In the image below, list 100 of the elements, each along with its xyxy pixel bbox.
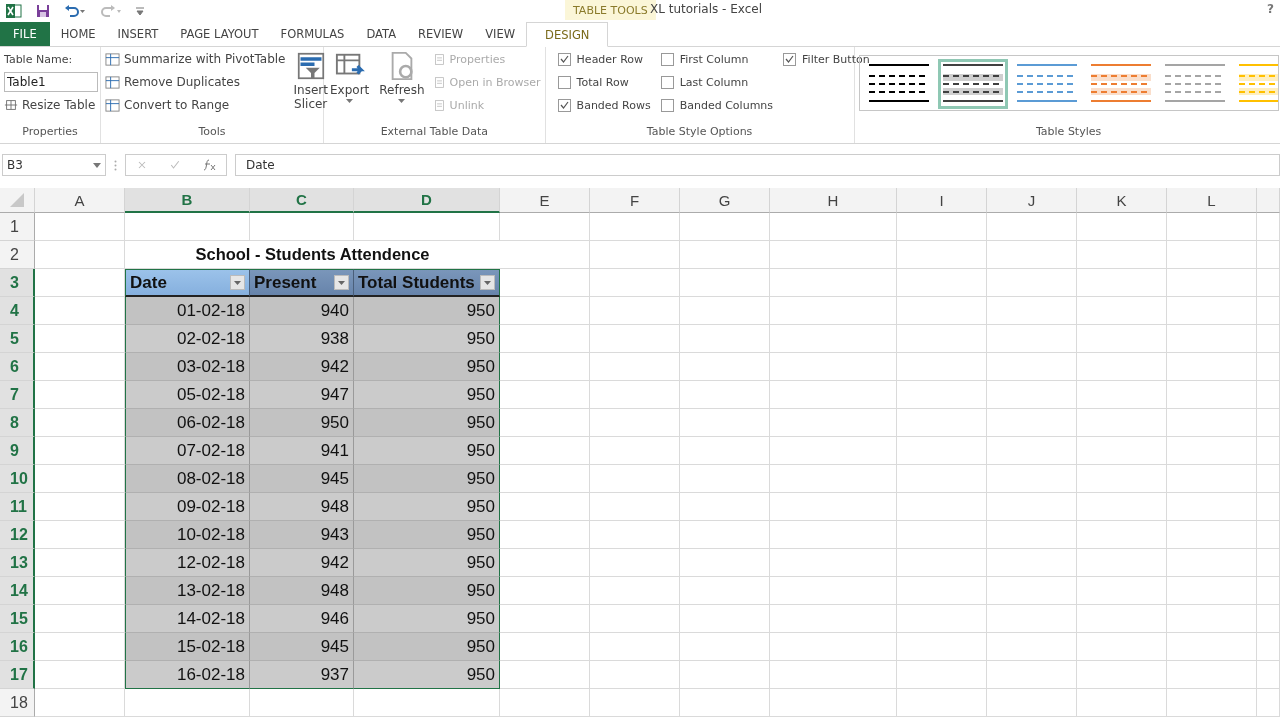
empty-cell[interactable] — [1257, 325, 1280, 353]
empty-cell[interactable] — [590, 521, 680, 549]
style-option-checkbox[interactable]: Filter Button — [783, 49, 870, 69]
empty-cell[interactable] — [1167, 549, 1257, 577]
empty-cell[interactable] — [1077, 353, 1167, 381]
empty-cell[interactable] — [590, 493, 680, 521]
empty-cell[interactable] — [590, 409, 680, 437]
empty-cell[interactable] — [680, 465, 770, 493]
empty-cell[interactable] — [897, 409, 987, 437]
empty-cell[interactable] — [897, 493, 987, 521]
empty-cell[interactable] — [987, 381, 1077, 409]
empty-cell[interactable] — [1077, 437, 1167, 465]
empty-cell[interactable] — [1077, 577, 1167, 605]
ribbon-tab[interactable]: REVIEW — [407, 22, 475, 46]
select-all-icon[interactable] — [10, 193, 24, 207]
column-header[interactable]: B — [125, 188, 250, 213]
empty-cell[interactable] — [590, 689, 680, 717]
empty-cell[interactable] — [354, 689, 500, 717]
column-header[interactable]: J — [987, 188, 1077, 213]
row-header[interactable]: 4 — [0, 297, 35, 325]
ribbon-tab[interactable]: FORMULAS — [269, 22, 356, 46]
empty-cell[interactable] — [125, 213, 250, 241]
checkbox[interactable] — [660, 98, 674, 112]
empty-cell[interactable] — [1257, 437, 1280, 465]
help-button[interactable]: ? — [1267, 2, 1274, 16]
empty-cell[interactable] — [1257, 493, 1280, 521]
ribbon-tab[interactable]: PAGE LAYOUT — [169, 22, 270, 46]
empty-cell[interactable] — [1257, 297, 1280, 325]
filter-dropdown-button[interactable] — [480, 275, 495, 290]
empty-cell[interactable] — [680, 241, 770, 269]
ribbon-tab[interactable]: INSERT — [106, 22, 170, 46]
empty-cell[interactable] — [1257, 241, 1280, 269]
style-option-checkbox[interactable]: Last Column — [660, 72, 774, 92]
empty-cell[interactable] — [354, 213, 500, 241]
table-style-thumbnail[interactable] — [937, 59, 1008, 109]
empty-cell[interactable] — [1077, 241, 1167, 269]
empty-cell[interactable] — [680, 353, 770, 381]
empty-cell[interactable] — [897, 605, 987, 633]
function-icon[interactable] — [201, 159, 216, 171]
empty-cell[interactable] — [680, 325, 770, 353]
empty-cell[interactable] — [897, 549, 987, 577]
empty-cell[interactable] — [1257, 269, 1280, 297]
empty-cell[interactable] — [770, 213, 897, 241]
empty-cell[interactable] — [1167, 661, 1257, 689]
empty-cell[interactable] — [987, 213, 1077, 241]
row-header[interactable]: 16 — [0, 633, 35, 661]
empty-cell[interactable] — [680, 689, 770, 717]
filter-dropdown-button[interactable] — [334, 275, 349, 290]
empty-cell[interactable] — [1167, 521, 1257, 549]
empty-cell[interactable] — [680, 297, 770, 325]
empty-cell[interactable] — [590, 465, 680, 493]
empty-cell[interactable] — [987, 493, 1077, 521]
tool-button[interactable]: Convert to Range — [105, 95, 286, 115]
empty-cell[interactable] — [897, 269, 987, 297]
column-header[interactable]: G — [680, 188, 770, 213]
row-header[interactable]: 9 — [0, 437, 35, 465]
empty-cell[interactable] — [987, 689, 1077, 717]
empty-cell[interactable] — [125, 689, 250, 717]
empty-cell[interactable] — [680, 269, 770, 297]
row-header[interactable]: 12 — [0, 521, 35, 549]
empty-cell[interactable] — [680, 577, 770, 605]
empty-cell[interactable] — [987, 297, 1077, 325]
row-header[interactable]: 3 — [0, 269, 35, 297]
empty-cell[interactable] — [1077, 605, 1167, 633]
empty-cell[interactable] — [590, 213, 680, 241]
empty-cell[interactable] — [770, 381, 897, 409]
empty-cell[interactable] — [1257, 549, 1280, 577]
undo-icon[interactable] — [64, 4, 86, 18]
formula-field[interactable]: Date — [235, 154, 1280, 176]
refresh-button[interactable]: Refresh — [377, 49, 427, 125]
empty-cell[interactable] — [590, 381, 680, 409]
empty-cell[interactable] — [1257, 633, 1280, 661]
row-header[interactable]: 10 — [0, 465, 35, 493]
row-header[interactable]: 5 — [0, 325, 35, 353]
column-header[interactable]: H — [770, 188, 897, 213]
empty-cell[interactable] — [590, 577, 680, 605]
empty-cell[interactable] — [1077, 213, 1167, 241]
table-header-cell[interactable]: Date — [125, 269, 250, 297]
empty-cell[interactable] — [897, 213, 987, 241]
style-option-checkbox[interactable]: Banded Rows — [557, 95, 651, 115]
empty-cell[interactable] — [987, 605, 1077, 633]
empty-cell[interactable] — [1077, 381, 1167, 409]
checkbox[interactable] — [660, 52, 674, 66]
empty-cell[interactable] — [1167, 689, 1257, 717]
empty-cell[interactable] — [770, 269, 897, 297]
empty-cell[interactable] — [770, 465, 897, 493]
empty-cell[interactable] — [770, 325, 897, 353]
empty-cell[interactable] — [1167, 241, 1257, 269]
empty-cell[interactable] — [1167, 605, 1257, 633]
column-header[interactable]: I — [897, 188, 987, 213]
filter-dropdown-button[interactable] — [230, 275, 245, 290]
style-option-checkbox[interactable]: Banded Columns — [660, 95, 774, 115]
customize-toolbar-icon[interactable] — [136, 6, 144, 16]
empty-cell[interactable] — [590, 241, 680, 269]
empty-cell[interactable] — [897, 353, 987, 381]
empty-cell[interactable] — [1167, 297, 1257, 325]
row-header[interactable]: 17 — [0, 661, 35, 689]
empty-cell[interactable] — [680, 381, 770, 409]
tool-button[interactable]: Remove Duplicates — [105, 72, 286, 92]
row-header[interactable]: 13 — [0, 549, 35, 577]
